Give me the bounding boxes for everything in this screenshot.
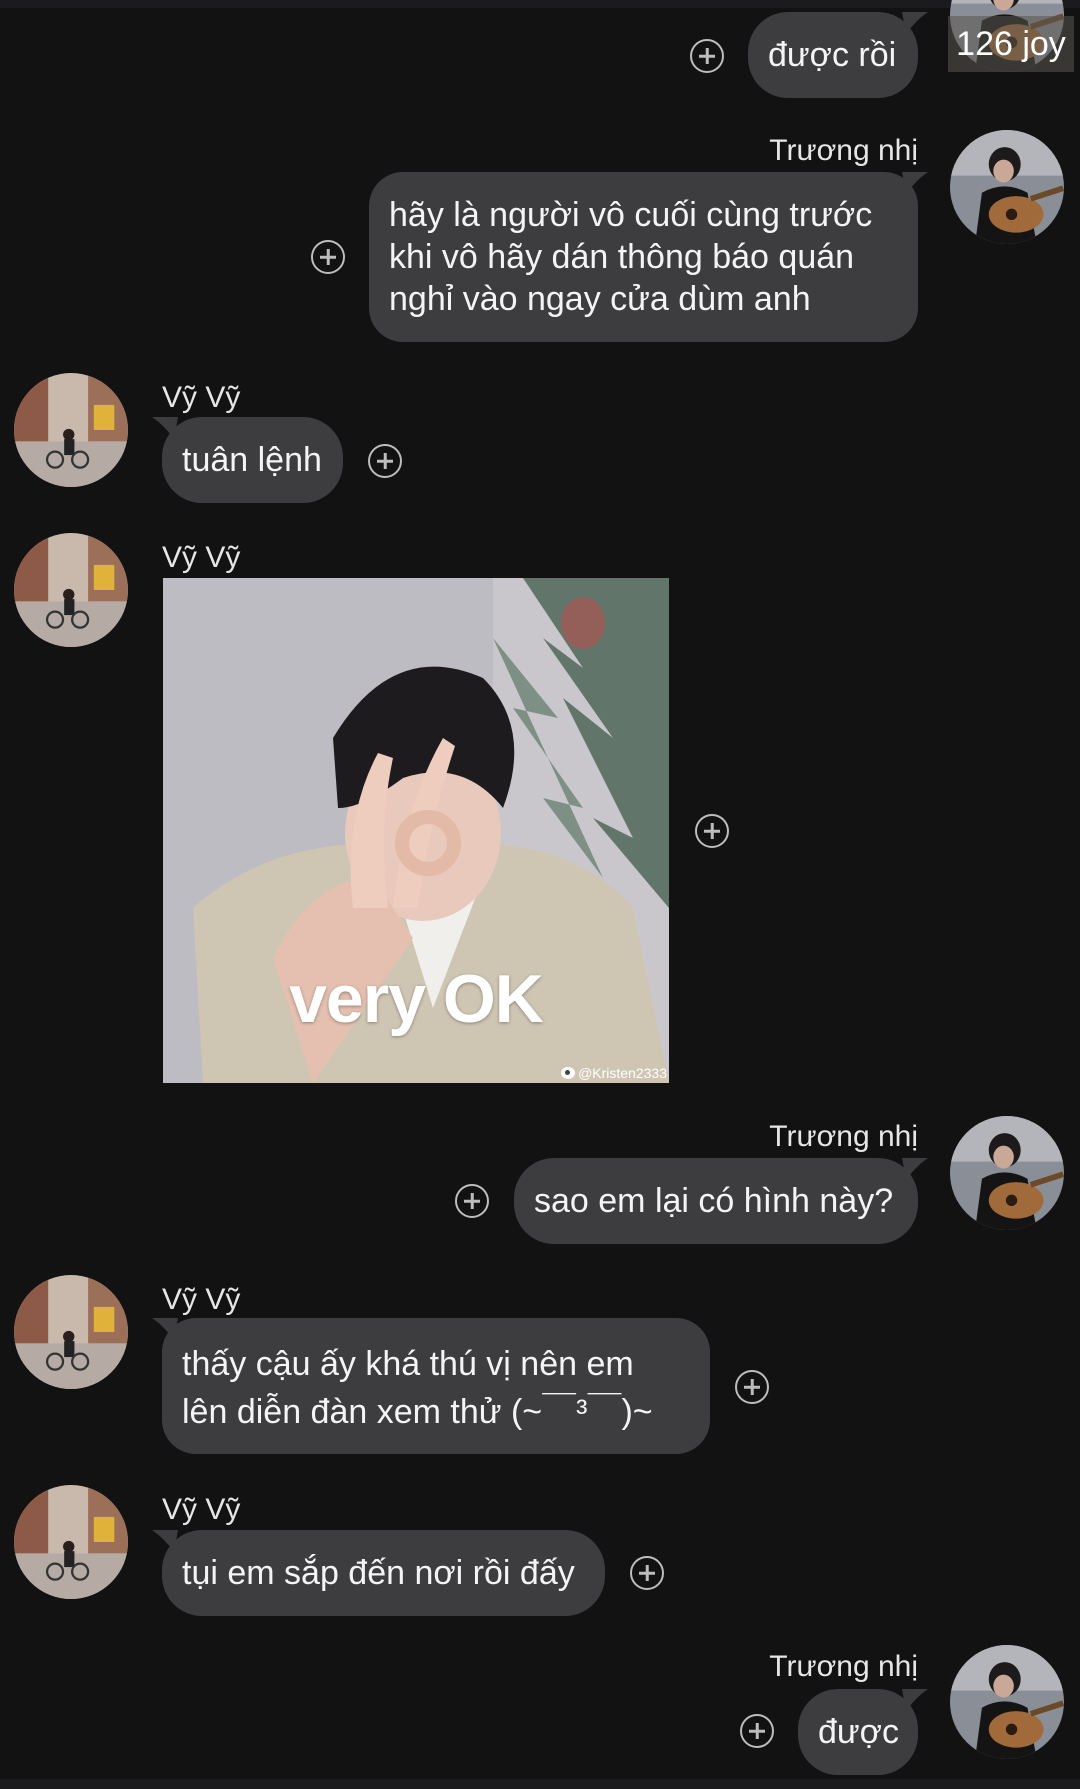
message-bubble[interactable]: thấy cậu ấy khá thú vị nên em lên diễn đ… bbox=[152, 1318, 710, 1454]
sender-name: Trương nhị bbox=[769, 1120, 918, 1153]
message-text-line: thấy cậu ấy khá thú vị nên em bbox=[182, 1345, 634, 1383]
message-bubble[interactable]: tuân lệnh bbox=[152, 417, 343, 503]
message-bubble[interactable]: được rồi bbox=[748, 12, 928, 98]
add-reaction-icon[interactable] bbox=[695, 814, 729, 848]
bubble-tail bbox=[902, 1158, 928, 1180]
message-text-line: khi vô hãy dán thông báo quán bbox=[389, 238, 855, 276]
add-reaction-icon[interactable] bbox=[630, 1556, 664, 1590]
message-text: được rồi bbox=[768, 36, 897, 74]
add-reaction-icon[interactable] bbox=[455, 1184, 489, 1218]
bubble-tail bbox=[152, 1530, 178, 1552]
message-bubble[interactable]: tụi em sắp đến nơi rồi đấy bbox=[152, 1530, 605, 1616]
add-reaction-icon[interactable] bbox=[735, 1370, 769, 1404]
sticker-watermark: @Kristen2333 bbox=[561, 1065, 667, 1081]
bubble-tail bbox=[152, 417, 178, 439]
weibo-icon bbox=[561, 1067, 576, 1079]
sticker-caption: very OK bbox=[289, 961, 544, 1037]
add-reaction-icon[interactable] bbox=[740, 1714, 774, 1748]
avatar-vy-vy[interactable] bbox=[14, 1275, 128, 1389]
sticker-image[interactable]: very OK @Kristen2333 bbox=[163, 578, 669, 1083]
message-text: được bbox=[818, 1713, 899, 1751]
sender-name: Vỹ Vỹ bbox=[162, 1283, 241, 1316]
bubble-tail bbox=[902, 12, 928, 34]
joy-count-badge: 126 joy bbox=[948, 16, 1074, 72]
message-text: sao em lại có hình này? bbox=[534, 1182, 894, 1220]
top-edge bbox=[0, 0, 1080, 8]
avatar-vy-vy[interactable] bbox=[14, 373, 128, 487]
message-text-line: lên diễn đàn xem thử (~￣³￣)~ bbox=[182, 1393, 653, 1431]
sender-name: Trương nhị bbox=[769, 134, 918, 167]
add-reaction-icon[interactable] bbox=[368, 444, 402, 478]
bubble-tail bbox=[152, 1318, 178, 1340]
bubble-tail bbox=[902, 172, 928, 194]
chat-screen: 126 joy được rồi Trương nhị hãy là người… bbox=[0, 0, 1080, 1789]
bottom-edge bbox=[0, 1779, 1080, 1789]
avatar-vy-vy[interactable] bbox=[14, 533, 128, 647]
avatar-truong-nhi[interactable] bbox=[950, 1645, 1064, 1759]
sender-name: Vỹ Vỹ bbox=[162, 1493, 241, 1526]
add-reaction-icon[interactable] bbox=[311, 240, 345, 274]
message-text-line: nghỉ vào ngay cửa dùm anh bbox=[389, 280, 811, 318]
sender-name: Vỹ Vỹ bbox=[162, 381, 241, 414]
message-text: tuân lệnh bbox=[182, 441, 322, 479]
message-bubble[interactable]: hãy là người vô cuối cùng trước khi vô h… bbox=[369, 172, 928, 342]
sender-name: Trương nhị bbox=[769, 1650, 918, 1683]
sender-name: Vỹ Vỹ bbox=[162, 541, 241, 574]
avatar-truong-nhi[interactable] bbox=[950, 1116, 1064, 1230]
avatar-vy-vy[interactable] bbox=[14, 1485, 128, 1599]
message-text: tụi em sắp đến nơi rồi đấy bbox=[182, 1554, 575, 1592]
message-bubble[interactable]: sao em lại có hình này? bbox=[514, 1158, 928, 1244]
message-bubble[interactable]: được bbox=[798, 1689, 928, 1775]
bubble-tail bbox=[902, 1689, 928, 1711]
avatar-truong-nhi[interactable] bbox=[950, 130, 1064, 244]
watermark-text: @Kristen2333 bbox=[578, 1065, 667, 1081]
message-text-line: hãy là người vô cuối cùng trước bbox=[389, 196, 873, 234]
add-reaction-icon[interactable] bbox=[690, 39, 724, 73]
